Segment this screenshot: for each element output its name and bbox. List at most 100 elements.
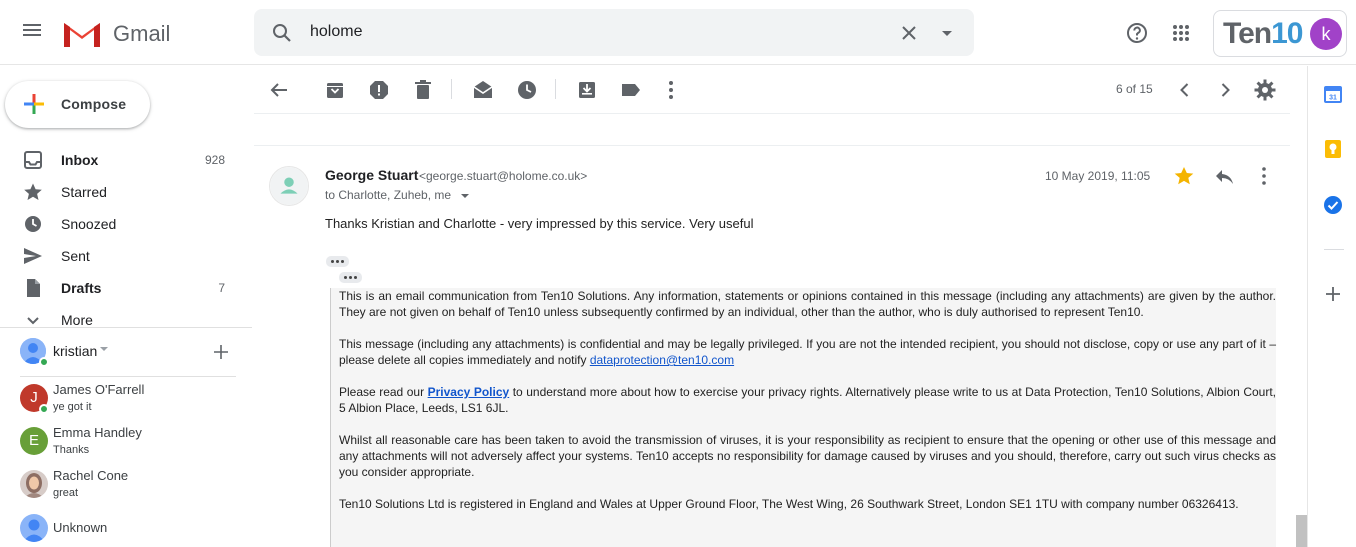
online-status-icon: [39, 357, 49, 367]
sidebar-item-label: Sent: [61, 248, 90, 264]
apps-grid-icon[interactable]: [1169, 21, 1193, 45]
svg-text:31: 31: [1329, 95, 1337, 102]
settings-gear-icon[interactable]: [1253, 78, 1277, 102]
chevron-left-icon[interactable]: [1173, 78, 1197, 102]
contact-avatar: E: [20, 427, 48, 455]
snooze-clock-icon[interactable]: [515, 78, 539, 102]
disclaimer-paragraph: Whilst all reasonable care has been take…: [339, 433, 1276, 479]
user-avatar-icon: [20, 514, 48, 542]
move-to-icon[interactable]: [575, 78, 599, 102]
sender-avatar-icon[interactable]: [269, 166, 309, 206]
contact-name: Emma Handley: [53, 425, 142, 440]
scrollbar-thumb[interactable]: [1296, 515, 1307, 547]
sidebar-item-drafts[interactable]: Drafts 7: [0, 272, 252, 304]
send-icon: [24, 248, 42, 264]
divider: [254, 145, 1290, 146]
contact-item[interactable]: Rachel Cone great: [20, 468, 240, 504]
sidebar-item-label: Starred: [61, 184, 107, 200]
calendar-icon[interactable]: 31: [1322, 83, 1344, 105]
disclaimer-paragraph: This is an email communication from Ten1…: [339, 289, 1276, 319]
search-icon[interactable]: [270, 21, 294, 45]
contact-status: Thanks: [53, 444, 90, 456]
sender-name[interactable]: George Stuart: [325, 167, 418, 183]
back-arrow-icon[interactable]: [267, 78, 291, 102]
hangouts-username: kristian: [53, 343, 98, 359]
toolbar-divider: [451, 79, 452, 99]
contact-item[interactable]: E Emma Handley Thanks: [20, 425, 240, 461]
sidebar-item-label: Drafts: [61, 280, 102, 296]
sidebar-item-inbox[interactable]: Inbox 928: [0, 144, 252, 176]
compose-button[interactable]: Compose: [5, 81, 150, 128]
star-icon[interactable]: [1173, 165, 1195, 187]
get-addons-plus-icon[interactable]: [1322, 283, 1344, 305]
contact-status: great: [53, 487, 79, 499]
chevron-right-icon[interactable]: [1213, 78, 1237, 102]
sidebar-item-label: Snoozed: [61, 216, 117, 232]
clock-icon: [25, 216, 41, 232]
gmail-window: Gmail holome Ten10 k Compose Inbox 928 S…: [0, 0, 1356, 547]
account-avatar[interactable]: k: [1310, 18, 1342, 50]
contact-name: Unknown: [53, 520, 108, 535]
sender-email: <george.stuart@holome.co.uk>: [419, 169, 588, 183]
sidebar-item-label: Inbox: [61, 152, 99, 168]
delete-icon[interactable]: [411, 78, 435, 102]
contact-item[interactable]: J James O'Farrell ye got it: [20, 382, 240, 418]
add-contact-icon[interactable]: [213, 344, 229, 360]
gmail-logo-icon[interactable]: [62, 19, 102, 49]
quoted-disclaimer: This is an email communication from Ten1…: [330, 288, 1276, 547]
caret-down-icon[interactable]: [99, 344, 109, 354]
sidebar-item-label: More: [61, 312, 93, 328]
disclaimer-text: Please read our: [339, 385, 428, 399]
app-name: Gmail: [113, 21, 171, 46]
sidebar-item-count: 928: [204, 153, 225, 167]
star-icon: [24, 183, 42, 200]
sidebar-item-starred[interactable]: Starred: [0, 176, 252, 208]
toolbar-divider: [555, 79, 556, 99]
sidebar-item-more[interactable]: More: [0, 304, 252, 336]
search-options-caret-icon[interactable]: [935, 21, 959, 45]
tasks-icon[interactable]: [1322, 194, 1344, 216]
contact-name: James O'Farrell: [53, 382, 145, 397]
keep-bulb-icon[interactable]: [1322, 138, 1344, 160]
sidebar-item-sent[interactable]: Sent: [0, 240, 252, 272]
search-bar[interactable]: holome: [254, 9, 974, 56]
disclaimer-paragraph: Ten10 Solutions Ltd is registered in Eng…: [339, 497, 1239, 511]
draft-icon: [27, 279, 40, 297]
show-details-caret-icon[interactable]: [460, 192, 470, 200]
page-counter: 6 of 15: [1116, 82, 1153, 96]
sidebar-item-count: 7: [218, 281, 225, 295]
account-switcher[interactable]: Ten10 k: [1213, 10, 1347, 57]
archive-icon[interactable]: [323, 78, 347, 102]
contact-item[interactable]: Unknown: [20, 512, 240, 547]
show-trimmed-content-button[interactable]: [326, 256, 349, 267]
disclaimer-text: This message (including any attachments)…: [339, 337, 1276, 367]
contact-name: Rachel Cone: [53, 468, 129, 483]
message-body: Thanks Kristian and Charlotte - very imp…: [325, 216, 754, 231]
sidebar-item-snoozed[interactable]: Snoozed: [0, 208, 252, 240]
dataprotection-email-link[interactable]: dataprotection@ten10.com: [590, 353, 734, 367]
side-panel-rail: 31: [1307, 66, 1356, 547]
search-input[interactable]: holome: [310, 23, 362, 41]
message-toolbar: 6 of 15: [254, 66, 1290, 114]
clear-search-icon[interactable]: [897, 21, 921, 45]
disclaimer-paragraph: Please read our Privacy Policy to unders…: [339, 384, 1276, 416]
sidebar-nav: Inbox 928 Starred Snoozed Sent Drafts 7 …: [0, 144, 252, 336]
divider: [20, 376, 236, 377]
mark-unread-icon[interactable]: [471, 78, 495, 102]
label-icon[interactable]: [619, 78, 643, 102]
hangouts-user[interactable]: kristian: [20, 338, 240, 367]
more-vert-icon[interactable]: [659, 78, 683, 102]
report-spam-icon[interactable]: [367, 78, 391, 102]
show-trimmed-content-button[interactable]: [339, 272, 362, 283]
privacy-policy-link[interactable]: Privacy Policy: [428, 385, 510, 399]
org-logo: Ten10: [1223, 17, 1303, 51]
inbox-icon: [24, 151, 42, 169]
divider: [1324, 249, 1344, 250]
online-status-icon: [39, 404, 49, 414]
main-menu-icon[interactable]: [20, 21, 44, 45]
more-vert-icon[interactable]: [1253, 165, 1275, 187]
disclaimer-paragraph: This message (including any attachments)…: [339, 336, 1276, 368]
reply-icon[interactable]: [1213, 165, 1235, 187]
compose-label: Compose: [61, 96, 127, 112]
help-icon[interactable]: [1125, 21, 1149, 45]
